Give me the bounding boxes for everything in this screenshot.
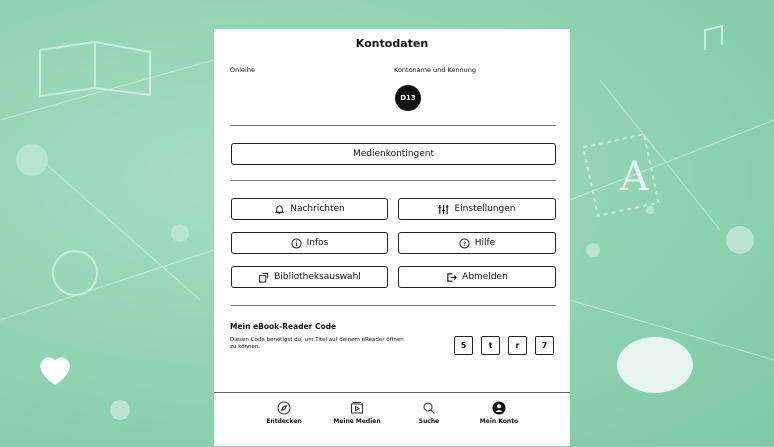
abmelden-button[interactable]: Abmelden <box>398 266 556 288</box>
bibliotheksauswahl-button[interactable]: Bibliotheksauswahl <box>231 266 388 288</box>
page-title: Kontodaten <box>355 37 429 50</box>
tab-suche-label: Suche <box>418 418 440 425</box>
divider <box>231 305 556 306</box>
library-label: Onleihe <box>230 66 255 74</box>
tab-suche[interactable]: Suche <box>394 401 464 425</box>
bottom-tab-bar: Entdecken Meine Medien Suche Mein Konto <box>214 392 570 447</box>
reader-code-heading: Mein eBook-Reader Code <box>230 322 337 331</box>
infos-button[interactable]: Infos <box>231 232 388 254</box>
reader-code-description: Diesen Code benötigst du, um Titel auf d… <box>230 337 404 350</box>
tab-mein-konto[interactable]: Mein Konto <box>464 401 534 425</box>
divider <box>231 180 556 181</box>
reader-code-char: t <box>481 336 500 355</box>
nachrichten-button[interactable]: Nachrichten <box>231 198 388 220</box>
svg-text:?: ? <box>463 239 466 247</box>
hilfe-button[interactable]: ? Hilfe <box>398 232 556 254</box>
compass-icon <box>277 401 291 415</box>
bell-icon <box>274 204 285 214</box>
tab-mein-konto-label: Mein Konto <box>479 418 519 425</box>
media-folder-icon <box>351 402 363 414</box>
reader-code-char: 7 <box>535 336 554 355</box>
search-icon <box>423 402 435 414</box>
tab-meine-medien-label: Meine Medien <box>333 418 381 425</box>
tab-entdecken-label: Entdecken <box>266 418 302 425</box>
medienkontingent-button[interactable]: Medienkontingent <box>231 143 556 165</box>
medienkontingent-label: Medienkontingent <box>352 149 435 159</box>
tab-meine-medien[interactable]: Meine Medien <box>322 401 392 425</box>
svg-text:A: A <box>619 154 650 200</box>
einstellungen-button[interactable]: Einstellungen <box>398 198 556 220</box>
account-panel: Kontodaten Onleihe Kontoname und Kennung… <box>214 29 570 446</box>
divider <box>231 125 556 126</box>
nachrichten-label: Nachrichten <box>290 204 345 214</box>
info-icon <box>291 237 302 249</box>
tab-entdecken[interactable]: Entdecken <box>249 401 319 425</box>
einstellungen-label: Einstellungen <box>454 204 516 214</box>
logout-icon <box>447 272 458 282</box>
sliders-icon <box>438 204 450 214</box>
help-chat-icon: ? <box>459 237 470 249</box>
infos-label: Infos <box>306 238 329 248</box>
account-name-label: Kontoname und Kennung <box>394 66 477 74</box>
abmelden-label: Abmelden <box>462 272 508 282</box>
user-icon <box>492 401 506 415</box>
hilfe-label: Hilfe <box>474 238 496 248</box>
library-switch-icon <box>259 272 269 283</box>
reader-code-char: 5 <box>454 336 473 355</box>
bibliotheksauswahl-label: Bibliotheksauswahl <box>274 272 361 282</box>
reader-code-char: r <box>508 336 527 355</box>
avatar: D13 <box>395 85 421 111</box>
